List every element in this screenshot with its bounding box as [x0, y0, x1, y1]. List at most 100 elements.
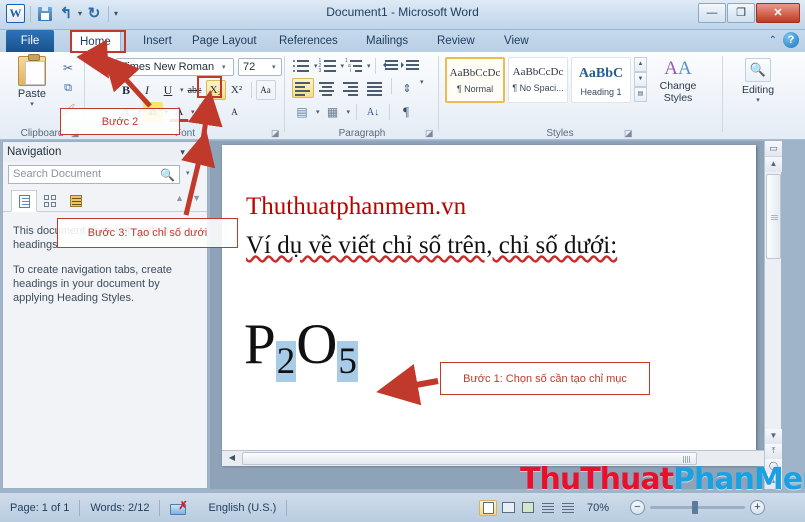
- shading-icon[interactable]: ▤: [292, 102, 312, 122]
- draft-icon[interactable]: [559, 500, 577, 516]
- font-color-caret-icon[interactable]: ▾: [191, 108, 195, 116]
- tab-mailings[interactable]: Mailings: [357, 30, 417, 52]
- styles-scroll-up[interactable]: ▲: [634, 57, 647, 72]
- align-left-icon[interactable]: [292, 78, 314, 98]
- numbered-list-caret-icon[interactable]: ▾: [341, 62, 345, 70]
- change-case-button[interactable]: Aa: [255, 80, 276, 100]
- styles-dialog-launcher[interactable]: ◪: [624, 128, 634, 138]
- paragraph-dialog-launcher[interactable]: ◪: [425, 128, 435, 138]
- styles-more[interactable]: ▤: [634, 87, 647, 102]
- multilevel-list-caret-icon[interactable]: ▾: [367, 62, 371, 70]
- previous-page-icon[interactable]: ⤒: [765, 444, 782, 459]
- numbered-list-icon[interactable]: 1 2 3: [319, 58, 339, 74]
- next-page-icon[interactable]: ⤓: [765, 474, 782, 489]
- close-button[interactable]: ✕: [756, 3, 800, 23]
- web-layout-icon[interactable]: [519, 500, 537, 516]
- spelling-check-icon[interactable]: [170, 499, 188, 515]
- style-heading-1[interactable]: AaBbC Heading 1: [571, 57, 631, 103]
- grow-font-button[interactable]: A: [204, 102, 224, 122]
- document-vertical-scrollbar[interactable]: ▭ ▲ ▼ ⤒ ◯ ⤓: [764, 141, 782, 489]
- tab-view[interactable]: View: [495, 30, 538, 52]
- underline-button[interactable]: U: [158, 80, 178, 100]
- maximize-button[interactable]: ❐: [727, 3, 755, 23]
- shading-caret-icon[interactable]: ▾: [316, 108, 320, 116]
- outline-icon[interactable]: [539, 500, 557, 516]
- bullet-list-caret-icon[interactable]: ▾: [314, 62, 318, 70]
- divider: [286, 499, 288, 516]
- vertical-scroll-thumb[interactable]: [766, 174, 781, 259]
- shrink-font-button[interactable]: A: [225, 102, 245, 122]
- zoom-out-button[interactable]: −: [630, 500, 645, 515]
- zoom-level[interactable]: 70%: [587, 502, 609, 514]
- font-style-row: B I U ▾ abc X₂ X² Aa: [116, 80, 276, 100]
- line-spacing-caret-icon[interactable]: ▾: [420, 78, 424, 98]
- next-result-icon[interactable]: ▼: [192, 193, 201, 203]
- tab-review[interactable]: Review: [428, 30, 484, 52]
- italic-button[interactable]: I: [137, 80, 157, 100]
- font-size-caret-icon[interactable]: ▾: [272, 63, 281, 71]
- change-styles-button[interactable]: AA Change Styles: [652, 58, 704, 104]
- style-no-spacing[interactable]: AaBbCcDc ¶ No Spaci...: [508, 57, 568, 103]
- scroll-down-icon[interactable]: ▼: [765, 429, 782, 444]
- zoom-in-button[interactable]: +: [750, 500, 765, 515]
- editing-button[interactable]: 🔍 Editing ▾: [732, 58, 784, 104]
- tab-page-layout[interactable]: Page Layout: [183, 30, 266, 52]
- chevron-down-icon[interactable]: ▾: [180, 147, 185, 158]
- font-dialog-launcher[interactable]: ◪: [271, 128, 281, 138]
- show-marks-icon[interactable]: ¶: [396, 102, 416, 122]
- underline-caret-icon[interactable]: ▾: [180, 86, 184, 94]
- cut-scissors-icon[interactable]: ✂: [58, 57, 78, 78]
- multilevel-list-icon[interactable]: 1 a i: [345, 58, 365, 74]
- paste-label: Paste: [17, 88, 47, 100]
- editing-caret-icon[interactable]: ▾: [732, 96, 784, 104]
- styles-scroll-down[interactable]: ▼: [634, 72, 647, 87]
- tab-file[interactable]: File: [6, 30, 54, 52]
- paste-button[interactable]: Paste ▾: [10, 54, 54, 108]
- borders-caret-icon[interactable]: ▾: [347, 108, 351, 116]
- search-options-caret-icon[interactable]: ▾: [186, 169, 190, 177]
- style-normal[interactable]: AaBbCcDc ¶ Normal: [445, 57, 505, 103]
- borders-icon[interactable]: ▦: [323, 102, 343, 122]
- language-indicator[interactable]: English (U.S.): [198, 502, 286, 514]
- pages-tab-icon[interactable]: [37, 190, 63, 212]
- sort-icon[interactable]: A↓: [363, 102, 383, 122]
- document-horizontal-scrollbar[interactable]: ◀: [222, 450, 775, 466]
- line-spacing-icon[interactable]: ⇕: [397, 78, 417, 98]
- full-screen-reading-icon[interactable]: [499, 500, 517, 516]
- copy-icon[interactable]: ⧉: [58, 78, 78, 99]
- scroll-left-icon[interactable]: ◀: [224, 451, 240, 466]
- close-icon[interactable]: ✕: [193, 145, 203, 159]
- minimize-button[interactable]: —: [698, 3, 726, 23]
- document-page[interactable]: Thuthuatphanmem.vn Ví dụ về viết chỉ số …: [222, 145, 775, 466]
- justify-icon[interactable]: [364, 78, 386, 98]
- collapse-ribbon-icon[interactable]: ⌃: [769, 35, 777, 46]
- align-center-icon[interactable]: [316, 78, 338, 98]
- search-input[interactable]: Search Document: [8, 165, 180, 184]
- zoom-slider-track[interactable]: [650, 501, 745, 514]
- navigation-tabs: ▲ ▼: [3, 190, 207, 212]
- results-tab-icon[interactable]: [63, 190, 89, 212]
- page-indicator[interactable]: Page: 1 of 1: [0, 502, 79, 514]
- split-bar-icon[interactable]: ▭: [765, 141, 782, 157]
- paste-caret-icon[interactable]: ▾: [10, 100, 54, 108]
- horizontal-scroll-thumb[interactable]: [242, 452, 697, 465]
- scroll-up-icon[interactable]: ▲: [765, 157, 782, 172]
- select-browse-object-icon[interactable]: ◯: [765, 459, 782, 474]
- tab-references[interactable]: References: [270, 30, 347, 52]
- headings-tab-icon[interactable]: [11, 190, 37, 212]
- zoom-slider-thumb[interactable]: [692, 501, 698, 514]
- bold-button[interactable]: B: [116, 80, 136, 100]
- help-icon[interactable]: ?: [783, 32, 799, 48]
- font-name-input[interactable]: Times New Roman: [116, 58, 234, 76]
- decrease-indent-icon[interactable]: [380, 58, 400, 74]
- search-icon[interactable]: 🔍: [160, 168, 175, 182]
- increase-indent-icon[interactable]: [400, 58, 421, 74]
- superscript-button[interactable]: X²: [227, 80, 247, 100]
- style-sample: AaBbC: [578, 66, 624, 81]
- bullet-list-icon[interactable]: [292, 58, 312, 74]
- align-right-icon[interactable]: [340, 78, 362, 98]
- word-count[interactable]: Words: 2/12: [80, 502, 159, 514]
- print-layout-icon[interactable]: [479, 499, 497, 516]
- tab-insert[interactable]: Insert: [134, 30, 181, 52]
- previous-result-icon[interactable]: ▲: [175, 193, 184, 203]
